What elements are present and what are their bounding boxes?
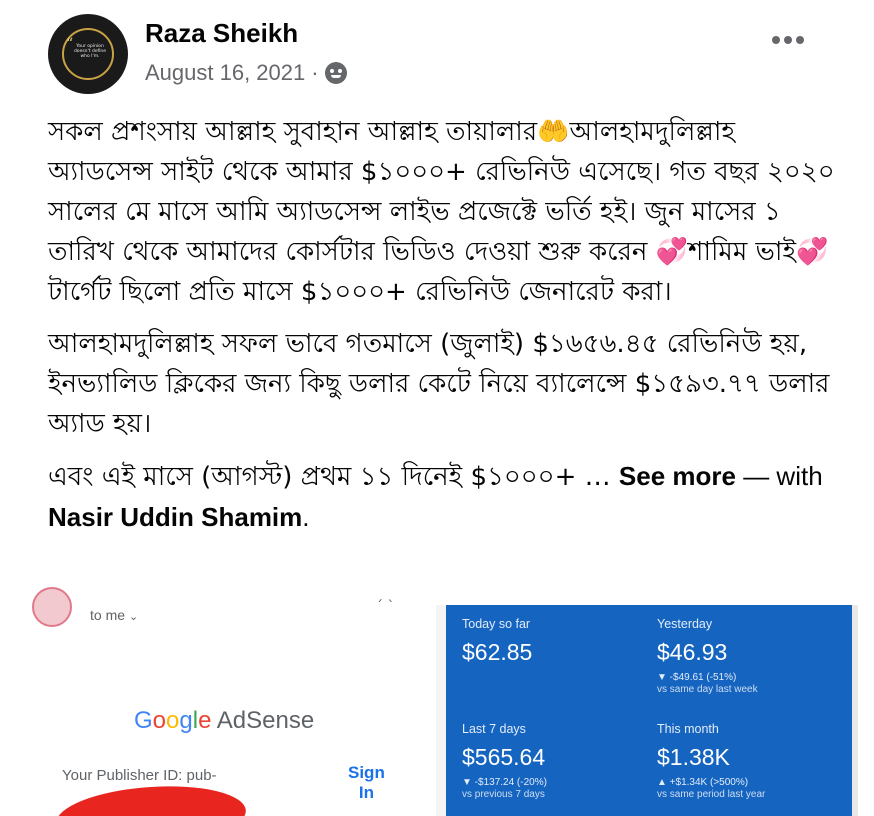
author-avatar[interactable]: “ Your opinion doesn't define who I'm.	[48, 14, 128, 94]
publisher-id-label: Your Publisher ID: pub-	[62, 767, 217, 784]
stat-month: This month $1.38K ▲ +$1.34K (>500%) vs s…	[657, 722, 765, 801]
email-screenshot: to me ⌄ ˊ ˋ Google AdSense Your Publisher…	[16, 587, 436, 816]
stat-compare: vs previous 7 days	[462, 789, 545, 800]
see-more-link[interactable]: See more	[619, 461, 736, 491]
sign-in-link: Sign In	[348, 763, 385, 803]
sender-avatar	[32, 587, 72, 627]
tagged-person-link[interactable]: Nasir Uddin Shamim	[48, 502, 302, 532]
stat-label: Last 7 days	[462, 722, 526, 736]
truncated-text: এবং এই মাসে (আগস্ট) প্রথম ১১ দিনেই $১০০০…	[48, 462, 611, 492]
google-adsense-logo: Google AdSense	[134, 707, 314, 735]
stat-label: This month	[657, 722, 719, 736]
post-meta: August 16, 2021 ·	[145, 60, 347, 86]
recipient-line: to me ⌄	[90, 607, 138, 623]
chevron-down-icon: ⌄	[129, 611, 139, 623]
stat-value: $46.93	[657, 639, 728, 665]
to-me-label: to me	[90, 607, 126, 623]
sign-in-word: Sign	[348, 763, 385, 782]
stat-value: $565.64	[462, 744, 546, 770]
post-paragraph-3: এবং এই মাসে (আগস্ট) প্রথম ১১ দিনেই $১০০০…	[48, 456, 838, 538]
dot-icon	[796, 36, 804, 44]
stat-change: ▲ +$1.34K (>500%)	[657, 777, 749, 788]
post-image[interactable]: to me ⌄ ˊ ˋ Google AdSense Your Publisher…	[16, 587, 858, 816]
friends-icon[interactable]	[324, 62, 347, 84]
adsense-stats-panel: Today so far $62.85 Yesterday $46.93 ▼ -…	[446, 605, 852, 816]
stat-compare: vs same period last year	[657, 789, 766, 800]
dot-icon	[784, 36, 792, 44]
dot-icon	[772, 36, 780, 44]
logo-letter: G	[134, 707, 153, 734]
stat-yesterday: Yesterday $46.93 ▼ -$49.61 (-51%) vs sam…	[657, 617, 758, 696]
adsense-wordmark: AdSense	[216, 707, 315, 734]
logo-letter: o	[152, 707, 167, 734]
avatar-text: Your opinion doesn't define who I'm.	[73, 44, 107, 59]
post-paragraph-1: সকল প্রশংসায় আল্লাহ সুবাহান আল্লাহ তায়…	[48, 117, 835, 307]
stat-change: ▼ -$137.24 (-20%)	[462, 777, 547, 788]
image-edge	[852, 605, 858, 816]
post-body: সকল প্রশংসায় আল্লাহ সুবাহান আল্লাহ তায়…	[48, 112, 838, 550]
more-options-button[interactable]	[772, 36, 804, 44]
end-punct: .	[302, 502, 310, 532]
stat-value: $1.38K	[657, 744, 730, 770]
post-date[interactable]: August 16, 2021	[145, 60, 305, 86]
meta-separator: ·	[311, 60, 319, 85]
logo-letter: o	[166, 707, 180, 734]
stat-compare: vs same day last week	[657, 684, 758, 695]
stat-today: Today so far $62.85	[462, 617, 532, 666]
stat-label: Today so far	[462, 617, 531, 631]
stat-change: ▼ -$49.61 (-51%)	[657, 672, 737, 683]
author-name[interactable]: Raza Sheikh	[145, 18, 298, 49]
sign-in-word: In	[358, 783, 374, 802]
redaction-mark	[54, 780, 248, 816]
logo-letter: g	[179, 707, 193, 734]
post-paragraph-2: আলহামদুলিল্লাহ সফল ভাবে গতমাসে (জুলাই) $…	[48, 329, 830, 439]
with-prefix: — with	[735, 461, 823, 491]
stat-last7: Last 7 days $565.64 ▼ -$137.24 (-20%) vs…	[462, 722, 547, 801]
stat-label: Yesterday	[657, 617, 713, 631]
toolbar-marks: ˊ ˋ	[376, 599, 395, 615]
logo-letter: e	[198, 707, 212, 734]
stat-value: $62.85	[462, 639, 533, 665]
post-card: “ Your opinion doesn't define who I'm. R…	[16, 0, 858, 816]
